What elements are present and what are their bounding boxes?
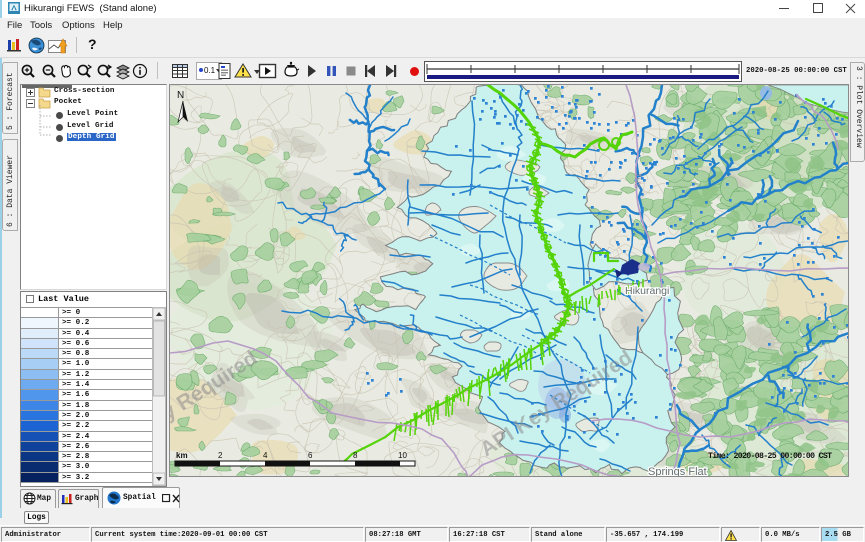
svg-text:Springs Flat: Springs Flat <box>648 466 707 477</box>
svg-text:10: 10 <box>398 451 407 460</box>
svg-text:2: 2 <box>218 451 223 460</box>
svg-text:8: 8 <box>353 451 358 460</box>
svg-text:N: N <box>177 90 184 101</box>
svg-text:Time: 2020-08-25 00:00:00 CST: Time: 2020-08-25 00:00:00 CST <box>708 451 832 461</box>
svg-text:4: 4 <box>263 451 268 460</box>
svg-text:6: 6 <box>308 451 313 460</box>
svg-text:Hikurangi: Hikurangi <box>625 285 669 297</box>
svg-text:km: km <box>176 451 188 460</box>
svg-text:SH1: SH1 <box>633 172 643 189</box>
